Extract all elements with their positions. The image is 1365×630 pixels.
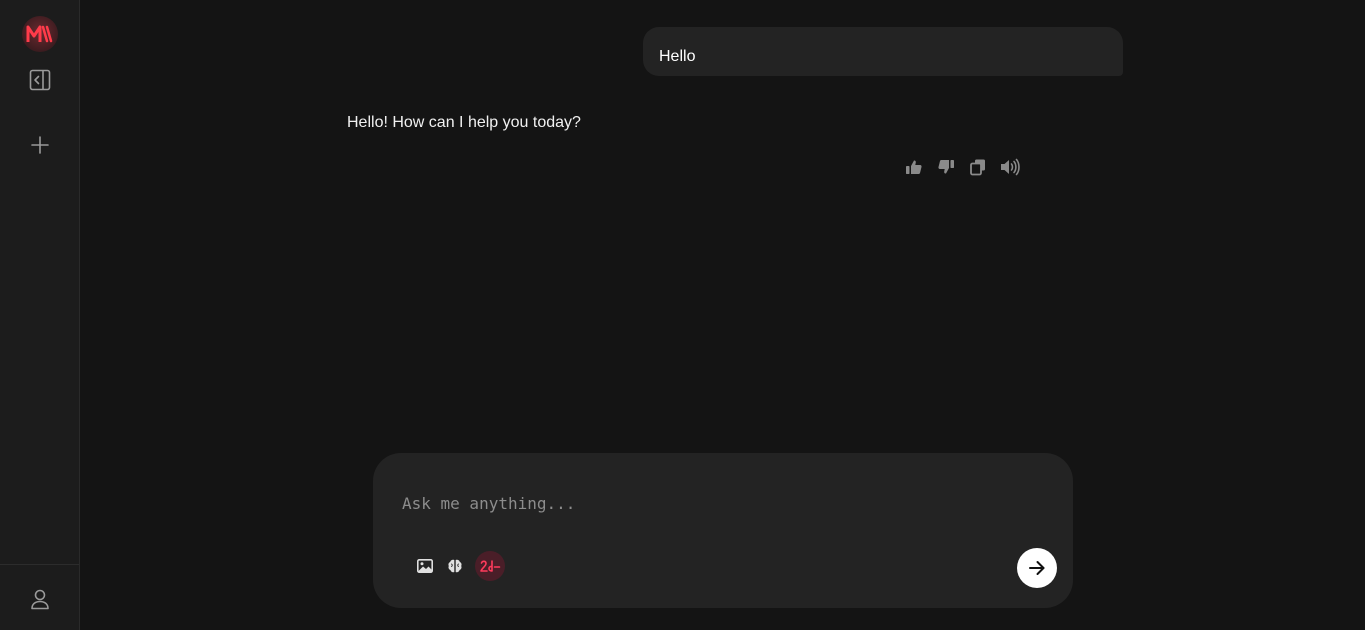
speaker-icon [1001, 158, 1020, 176]
profile-button[interactable] [24, 583, 56, 615]
user-icon [31, 589, 49, 610]
image-icon [417, 559, 433, 573]
message-actions [904, 157, 1020, 177]
user-message-bubble: Hello [643, 27, 1123, 76]
m-logo-icon [26, 25, 53, 43]
user-message-text: Hello [659, 48, 696, 65]
composer [373, 453, 1073, 608]
sidebar-collapse-icon [29, 69, 51, 91]
brain-icon [448, 559, 462, 573]
mode-toggle-button[interactable] [475, 551, 505, 581]
new-chat-button[interactable] [24, 129, 56, 161]
app-root: Hello Hello! How can I help you today? [0, 0, 1365, 630]
thumbs-up-button[interactable] [904, 157, 924, 177]
mode-toggle-icon [480, 560, 501, 572]
thumbs-down-icon [938, 160, 954, 174]
thumbs-down-button[interactable] [936, 157, 956, 177]
chat-input[interactable] [400, 489, 984, 517]
attach-image-button[interactable] [415, 551, 435, 581]
thumbs-up-icon [906, 160, 922, 174]
app-logo[interactable] [22, 16, 58, 52]
sidebar-divider [0, 564, 79, 565]
composer-tools [415, 551, 505, 581]
arrow-right-icon [1029, 561, 1045, 575]
send-button[interactable] [1017, 548, 1057, 588]
read-aloud-button[interactable] [1000, 157, 1020, 177]
collapse-sidebar-button[interactable] [24, 64, 56, 96]
assistant-message-text: Hello! How can I help you today? [347, 114, 581, 131]
reasoning-button[interactable] [445, 551, 465, 581]
sidebar [0, 0, 80, 630]
copy-icon [970, 159, 985, 176]
plus-icon [31, 136, 49, 154]
copy-button[interactable] [968, 157, 988, 177]
